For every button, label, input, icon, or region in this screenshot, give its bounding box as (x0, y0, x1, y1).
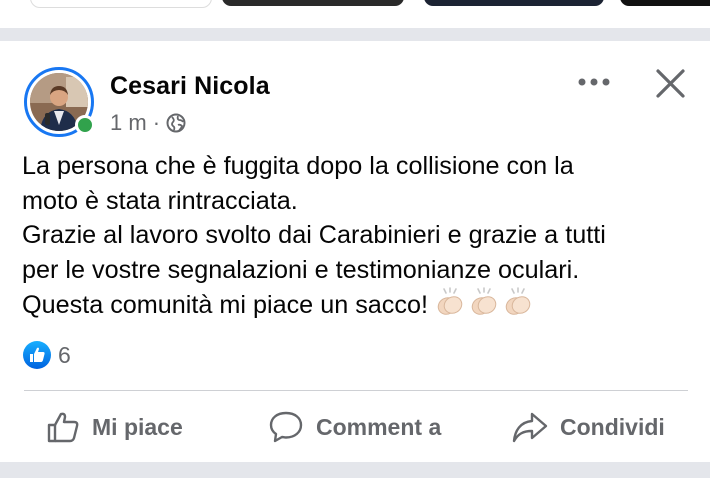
story-card[interactable] (30, 0, 212, 8)
clapping-hands-emoji-group (434, 287, 534, 317)
more-options-button[interactable] (574, 70, 614, 94)
post-timestamp[interactable]: 1 m (110, 110, 147, 136)
comment-label: Comment a (316, 413, 442, 440)
meta-separator: · (152, 110, 161, 135)
post-line: Grazie al lavoro svolto dai Carabinieri … (22, 221, 606, 249)
online-status-indicator (75, 115, 95, 135)
reaction-count: 6 (58, 341, 71, 368)
feed-separator (0, 28, 710, 41)
reaction-summary[interactable]: 6 (22, 340, 71, 370)
post-line: Questa comunità mi piace un sacco! (22, 291, 429, 319)
more-dots-icon (578, 78, 610, 86)
like-icon (23, 341, 51, 369)
comment-bubble-icon (269, 411, 303, 443)
clapping-hands-icon (437, 287, 463, 315)
feed-separator (0, 462, 710, 497)
like-label: Mi piace (92, 413, 183, 440)
story-card[interactable] (222, 0, 404, 6)
close-icon (656, 69, 685, 98)
like-button[interactable]: Mi piace (46, 405, 183, 449)
share-arrow-icon (512, 412, 548, 443)
close-button[interactable] (650, 64, 690, 104)
story-card[interactable] (620, 0, 710, 6)
stories-strip (0, 0, 710, 16)
comment-button[interactable]: Comment a (268, 405, 441, 449)
post-line: per le vostre segnalazioni e testimonian… (22, 255, 580, 284)
post-text: La persona che è fuggita dopo la collisi… (22, 149, 692, 323)
share-label: Condividi (560, 413, 665, 440)
clapping-hands-icon (505, 287, 531, 315)
post-line: moto è stata rintracciata. (22, 186, 298, 215)
clapping-hands-icon (471, 287, 497, 315)
action-divider (24, 390, 688, 391)
post-meta: 1 m · (110, 110, 186, 136)
share-button[interactable]: Condividi (512, 405, 665, 449)
thumbs-up-icon (47, 412, 79, 443)
post-line-last: Questa comunità mi piace un sacco! (22, 287, 692, 323)
globe-icon[interactable] (166, 113, 186, 133)
story-card[interactable] (424, 0, 604, 6)
post-line: La persona che è fuggita dopo la collisi… (22, 152, 574, 180)
author-name[interactable]: Cesari Nicola (110, 72, 270, 101)
